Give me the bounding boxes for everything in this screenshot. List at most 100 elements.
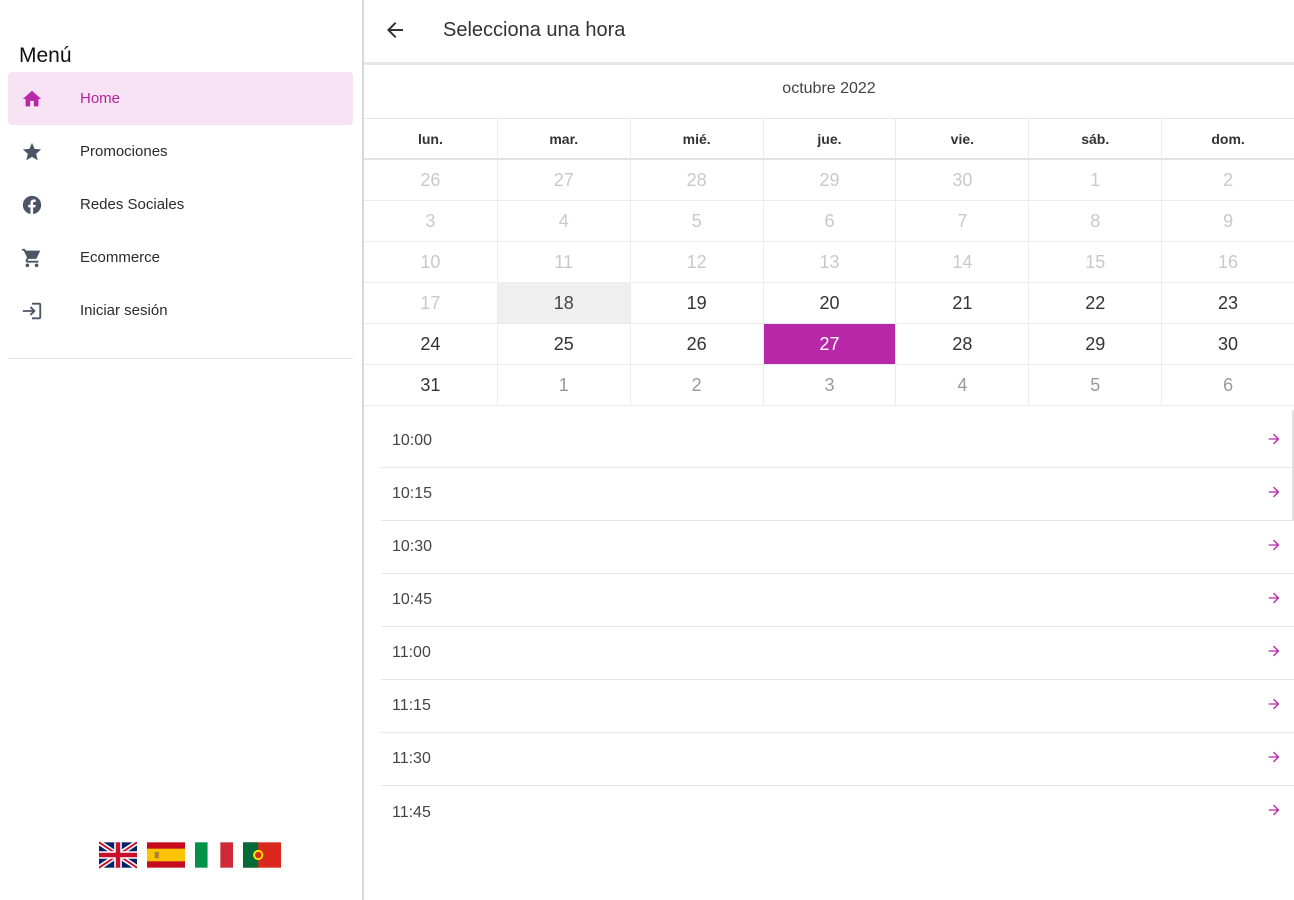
sidebar-item-redes-sociales[interactable]: Redes Sociales <box>8 178 353 231</box>
time-slot-label: 11:45 <box>392 803 431 821</box>
time-slot-label: 10:00 <box>392 432 433 449</box>
calendar-day-selected[interactable]: 27 <box>762 324 896 365</box>
arrow-forward-icon <box>1266 749 1282 770</box>
time-slot-label: 10:15 <box>392 485 433 502</box>
calendar-day-next-month: 2 <box>629 365 763 406</box>
sidebar-item-iniciar-sesion[interactable]: Iniciar sesión <box>8 284 353 337</box>
arrow-back-icon <box>387 22 403 38</box>
calendar-day-disabled: 3 <box>364 201 497 242</box>
time-slot-label: 10:30 <box>392 538 433 555</box>
arrow-forward-icon <box>1266 537 1282 558</box>
calendar-day-disabled: 6 <box>762 201 896 242</box>
star-icon <box>8 141 56 163</box>
calendar-day-disabled: 17 <box>364 283 497 324</box>
calendar-day[interactable]: 30 <box>1161 324 1294 365</box>
calendar: lun. mar. mié. jue. vie. sáb. dom. 26 27 2… <box>364 118 1294 406</box>
sidebar-divider <box>8 358 353 359</box>
login-icon <box>8 300 56 322</box>
main-content: Selecciona una hora octubre 2022 lun. ma… <box>364 0 1294 900</box>
calendar-day-disabled: 9 <box>1161 201 1294 242</box>
calendar-day-next-month: 1 <box>496 365 630 406</box>
sidebar-item-label: Iniciar sesión <box>80 302 168 319</box>
calendar-day-disabled: 13 <box>762 242 896 283</box>
sidebar-item-ecommerce[interactable]: Ecommerce <box>8 231 353 284</box>
time-slot[interactable]: 10:15 <box>381 468 1294 521</box>
language-flags <box>99 841 281 869</box>
cart-icon <box>8 247 56 269</box>
sidebar-item-promociones[interactable]: Promociones <box>8 125 353 178</box>
calendar-day-disabled: 1 <box>1028 160 1162 201</box>
header-divider <box>364 62 1294 65</box>
arrow-forward-icon <box>1266 484 1282 505</box>
weekday-label: vie. <box>895 119 1028 158</box>
time-slot[interactable]: 11:15 <box>381 680 1294 733</box>
calendar-day[interactable]: 28 <box>895 324 1029 365</box>
arrow-forward-icon <box>1266 696 1282 717</box>
sidebar-nav: Home Promociones Redes Sociales Ecommerc… <box>8 72 353 337</box>
calendar-day-disabled: 14 <box>895 242 1029 283</box>
calendar-day[interactable]: 19 <box>629 283 763 324</box>
calendar-weekday-header: lun. mar. mié. jue. vie. sáb. dom. <box>364 118 1294 160</box>
calendar-days-grid: 26 27 28 29 30 1 2 3 4 5 6 7 8 9 10 11 12 13 14 15 16 17 18 19 2… <box>364 160 1294 406</box>
uk-flag-icon[interactable] <box>99 841 137 869</box>
time-slot[interactable]: 10:45 <box>381 574 1294 627</box>
time-slot-list: 10:00 10:15 10:30 10:45 11:00 11:15 11:30 11:45 <box>381 415 1294 839</box>
sidebar-item-label: Ecommerce <box>80 249 161 266</box>
calendar-day-disabled: 28 <box>629 160 763 201</box>
time-slot[interactable]: 11:00 <box>381 627 1294 680</box>
calendar-day-disabled: 7 <box>895 201 1029 242</box>
top-bar: Selecciona una hora <box>364 0 1294 62</box>
time-slot-label: 10:45 <box>392 591 433 608</box>
time-slot[interactable]: 10:30 <box>381 521 1294 574</box>
calendar-day-disabled: 16 <box>1161 242 1294 283</box>
time-slot[interactable]: 11:45 <box>381 786 1294 839</box>
spain-flag-icon[interactable] <box>147 841 185 869</box>
calendar-day[interactable]: 20 <box>762 283 896 324</box>
calendar-day[interactable]: 26 <box>629 324 763 365</box>
calendar-day[interactable]: 23 <box>1161 283 1294 324</box>
weekday-label: lun. <box>417 130 443 147</box>
calendar-day[interactable]: 29 <box>1028 324 1162 365</box>
calendar-day[interactable]: 24 <box>364 324 497 365</box>
sidebar-item-home[interactable]: Home <box>8 72 353 125</box>
home-icon <box>8 88 56 110</box>
weekday-label: jue. <box>762 119 896 158</box>
time-slot-label: 11:00 <box>392 644 431 661</box>
weekday-label: mié. <box>629 119 763 158</box>
calendar-day-disabled: 8 <box>1028 201 1162 242</box>
calendar-day-disabled: 12 <box>629 242 763 283</box>
calendar-day-next-month: 3 <box>762 365 896 406</box>
facebook-icon <box>8 194 56 216</box>
calendar-day-next-month: 4 <box>895 365 1029 406</box>
arrow-forward-icon <box>1266 802 1282 823</box>
calendar-day[interactable]: 21 <box>895 283 1029 324</box>
time-slot-label: 11:15 <box>392 697 431 714</box>
calendar-day-today[interactable]: 18 <box>496 283 630 324</box>
sidebar-item-label: Home <box>80 90 121 107</box>
time-slot[interactable]: 10:00 <box>381 415 1294 468</box>
calendar-day-disabled: 2 <box>1161 160 1294 201</box>
calendar-day[interactable]: 22 <box>1028 283 1162 324</box>
calendar-day-disabled: 30 <box>895 160 1029 201</box>
calendar-day-disabled: 27 <box>496 160 630 201</box>
sidebar: Menú Home Promociones Redes Sociales Eco… <box>0 0 362 900</box>
time-slot-label: 11:30 <box>392 750 431 767</box>
weekday-label: dom. <box>1161 119 1294 158</box>
calendar-day[interactable]: 31 <box>364 365 497 406</box>
calendar-day-disabled: 10 <box>364 242 497 283</box>
arrow-forward-icon <box>1266 590 1282 611</box>
calendar-day-disabled: 11 <box>496 242 630 283</box>
calendar-day-disabled: 5 <box>629 201 763 242</box>
calendar-day-disabled: 15 <box>1028 242 1162 283</box>
calendar-day-disabled: 29 <box>762 160 896 201</box>
sidebar-item-label: Promociones <box>80 143 168 160</box>
italy-flag-icon[interactable] <box>195 841 233 869</box>
portugal-flag-icon[interactable] <box>243 841 281 869</box>
menu-title: Menú <box>19 44 72 67</box>
arrow-forward-icon <box>1266 643 1282 664</box>
time-slot[interactable]: 11:30 <box>381 733 1294 786</box>
calendar-day-next-month: 5 <box>1028 365 1162 406</box>
calendar-day[interactable]: 25 <box>496 324 630 365</box>
weekday-label: sáb. <box>1028 119 1161 158</box>
back-button[interactable] <box>380 15 410 45</box>
